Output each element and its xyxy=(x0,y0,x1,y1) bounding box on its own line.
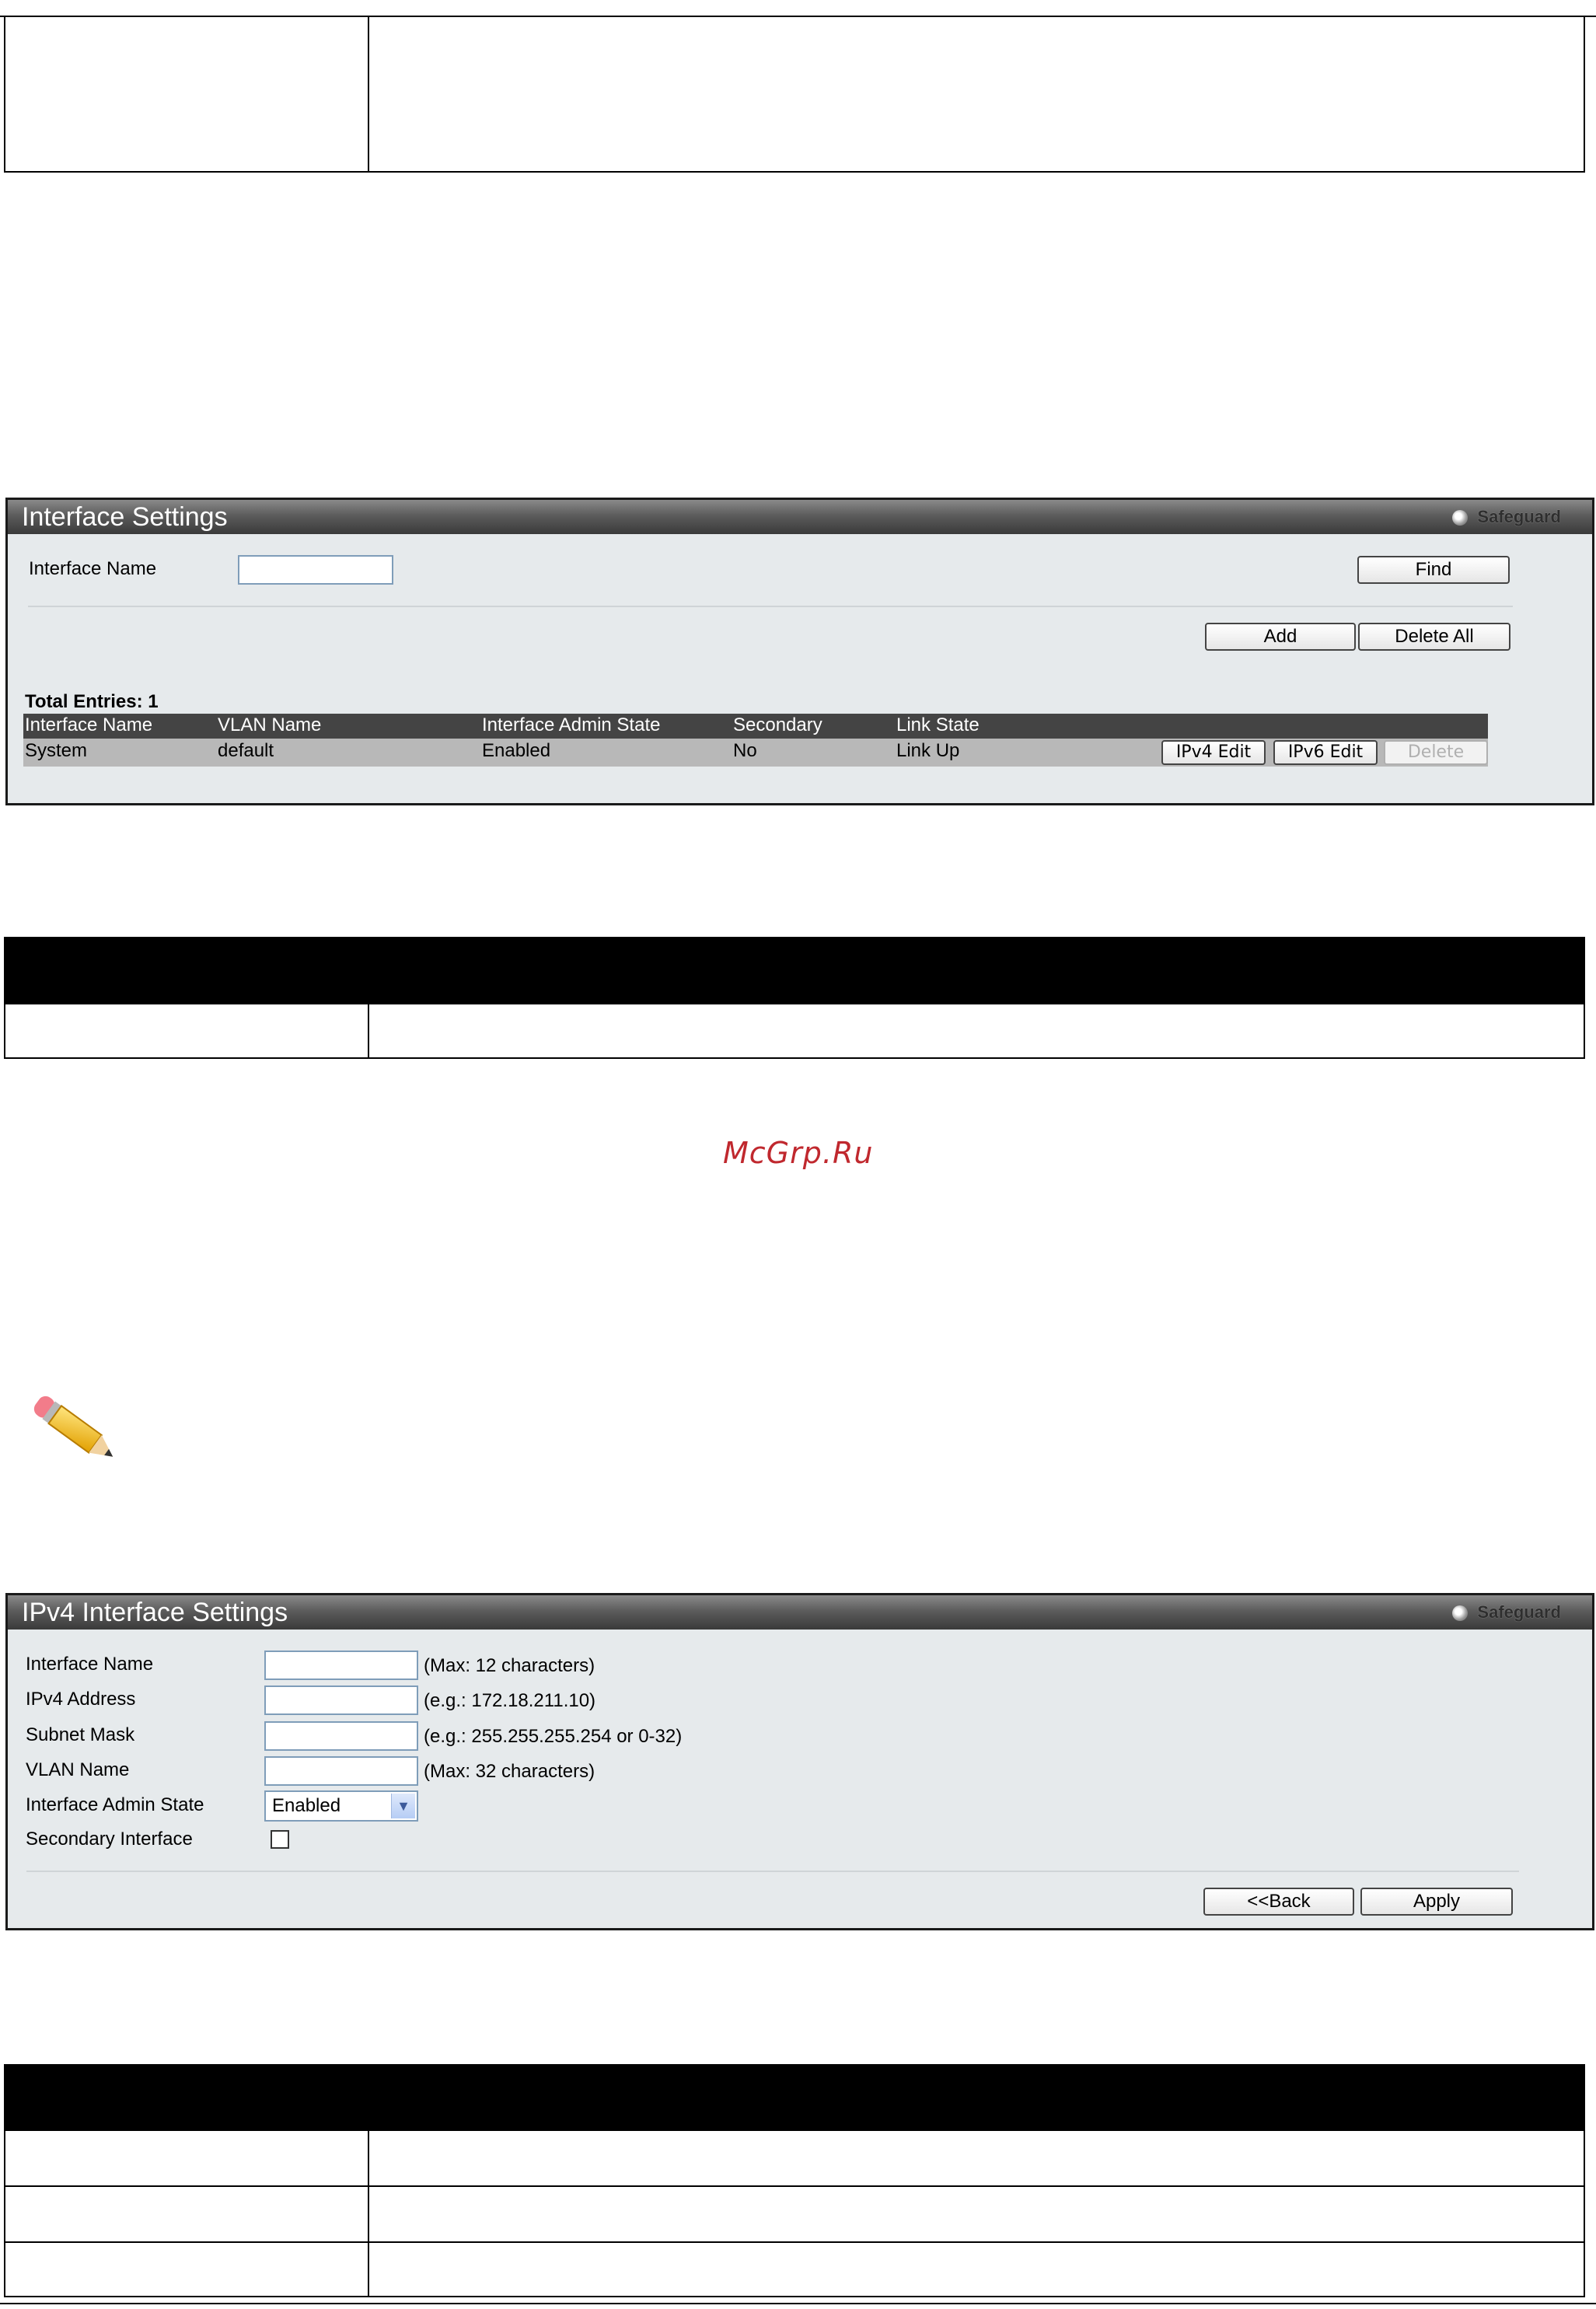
interface-name-hint: (Max: 12 characters) xyxy=(424,1655,595,1676)
subnet-mask-input[interactable] xyxy=(264,1721,418,1751)
cell-interface-name: System xyxy=(25,740,88,761)
ipv4-edit-button[interactable]: IPv4 Edit xyxy=(1161,740,1266,765)
chevron-down-icon: ▼ xyxy=(391,1794,415,1818)
vlan-name-hint: (Max: 32 characters) xyxy=(424,1761,595,1782)
doc-table-bottom xyxy=(4,2064,1585,2297)
cell-link-state: Link Up xyxy=(896,740,960,761)
panel-title: IPv4 Interface Settings Safeguard xyxy=(8,1595,1592,1630)
delete-button: Delete xyxy=(1384,740,1488,765)
col-secondary: Secondary xyxy=(733,714,822,735)
cell-vlan-name: default xyxy=(218,740,274,761)
safeguard-indicator: Safeguard xyxy=(1452,500,1561,534)
ipv4-address-label: IPv4 Address xyxy=(26,1689,136,1710)
doc-table-top xyxy=(4,16,1585,173)
secondary-interface-checkbox[interactable] xyxy=(271,1830,289,1849)
page-bottom-rule xyxy=(0,2303,1596,2304)
ipv4-address-hint: (e.g.: 172.18.211.10) xyxy=(424,1690,596,1711)
vlan-name-input[interactable] xyxy=(264,1756,418,1786)
ipv4-address-input[interactable] xyxy=(264,1685,418,1715)
interface-name-input[interactable] xyxy=(238,555,393,585)
add-button[interactable]: Add xyxy=(1205,623,1356,651)
admin-state-select[interactable]: Enabled ▼ xyxy=(264,1790,418,1822)
vlan-name-label: VLAN Name xyxy=(26,1759,130,1780)
total-entries: Total Entries: 1 xyxy=(25,691,159,712)
safeguard-label: Safeguard xyxy=(1477,1602,1561,1622)
table-header: Interface Name VLAN Name Interface Admin… xyxy=(23,714,1488,739)
delete-all-button[interactable]: Delete All xyxy=(1358,623,1510,651)
separator xyxy=(28,606,1513,607)
safeguard-indicator: Safeguard xyxy=(1452,1595,1561,1630)
pencil-icon xyxy=(33,1396,114,1457)
safeguard-icon xyxy=(1452,510,1469,526)
apply-button[interactable]: Apply xyxy=(1360,1888,1513,1916)
admin-state-value: Enabled xyxy=(272,1795,341,1816)
panel-title-text: IPv4 Interface Settings xyxy=(22,1598,288,1627)
watermark: McGrp.Ru xyxy=(723,1136,874,1170)
doc-table-header xyxy=(5,938,1584,1004)
cell-secondary: No xyxy=(733,740,757,761)
find-button[interactable]: Find xyxy=(1357,556,1510,584)
cell-admin-state: Enabled xyxy=(482,740,551,761)
admin-state-label: Interface Admin State xyxy=(26,1794,204,1815)
safeguard-label: Safeguard xyxy=(1477,507,1561,526)
interface-name-label: Interface Name xyxy=(29,558,157,579)
interface-name-input[interactable] xyxy=(264,1651,418,1680)
doc-table-middle xyxy=(4,937,1585,1059)
subnet-mask-hint: (e.g.: 255.255.255.254 or 0-32) xyxy=(424,1726,683,1747)
secondary-interface-label: Secondary Interface xyxy=(26,1829,193,1850)
col-interface-name: Interface Name xyxy=(25,714,153,735)
table-row: System default Enabled No Link Up xyxy=(23,739,1488,767)
ipv4-settings-panel: IPv4 Interface Settings Safeguard Interf… xyxy=(5,1593,1594,1930)
interface-name-label: Interface Name xyxy=(26,1654,154,1675)
separator xyxy=(26,1871,1519,1872)
panel-title-text: Interface Settings xyxy=(22,502,228,532)
col-vlan-name: VLAN Name xyxy=(218,714,322,735)
interface-settings-panel: Interface Settings Safeguard Interface N… xyxy=(5,498,1594,805)
back-button[interactable]: <<Back xyxy=(1203,1888,1354,1916)
col-admin-state: Interface Admin State xyxy=(482,714,661,735)
doc-table-header xyxy=(5,2066,1584,2131)
ipv6-edit-button[interactable]: IPv6 Edit xyxy=(1273,740,1378,765)
subnet-mask-label: Subnet Mask xyxy=(26,1724,135,1745)
panel-title: Interface Settings Safeguard xyxy=(8,500,1592,534)
col-link-state: Link State xyxy=(896,714,980,735)
safeguard-icon xyxy=(1452,1605,1469,1622)
